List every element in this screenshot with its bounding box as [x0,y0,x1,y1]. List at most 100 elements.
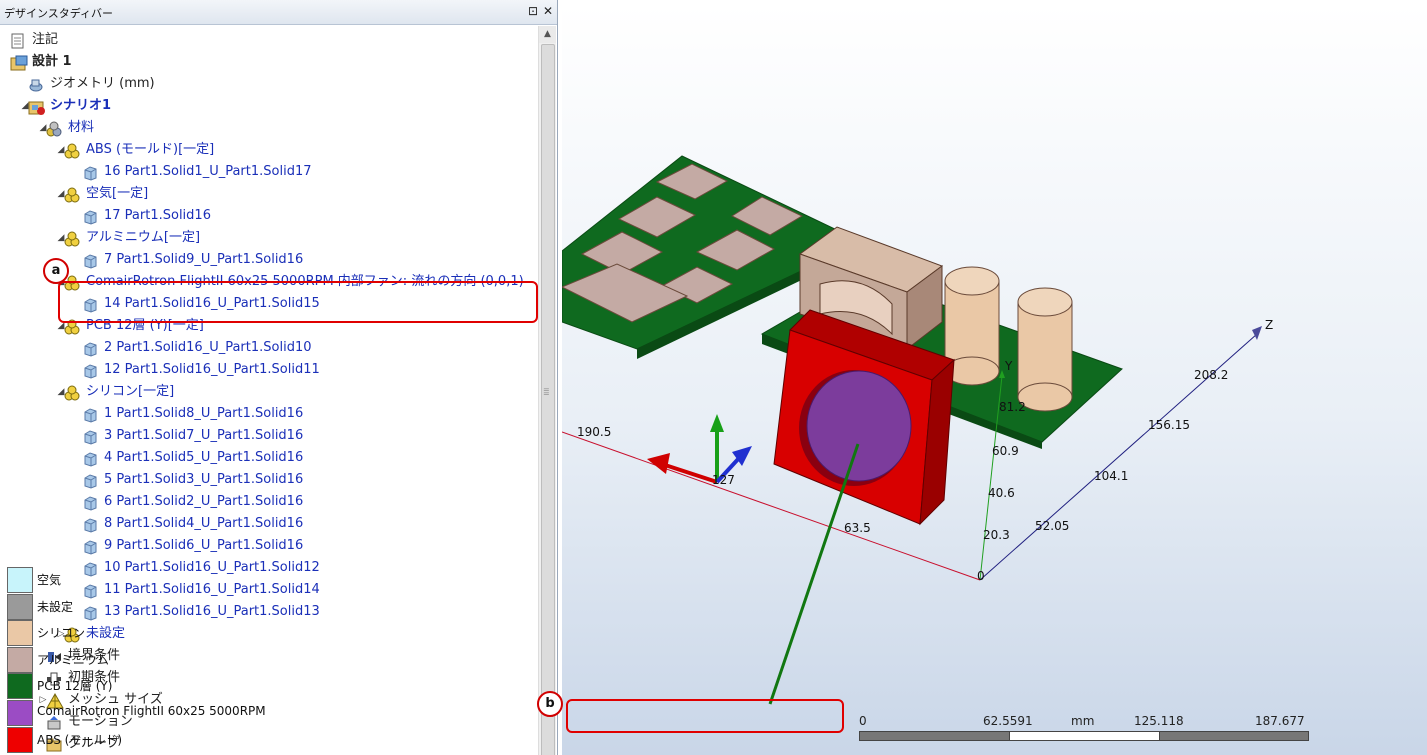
y-axis-label: Y [1004,359,1013,373]
tree-node-label: 12 Part1.Solid16_U_Part1.Solid11 [104,362,320,377]
callout-b: b [537,691,563,717]
tree-node[interactable]: 1 Part1.Solid8_U_Part1.Solid16 [0,403,538,425]
y-tick-label: 40.6 [988,486,1015,500]
tree-node-label: 4 Part1.Solid5_U_Part1.Solid16 [104,450,304,465]
tree-node-label: 6 Part1.Solid2_U_Part1.Solid16 [104,494,304,509]
legend-label: 未設定 [37,599,74,614]
legend-swatch [7,646,33,673]
z-tick-label: 208.2 [1194,368,1228,382]
notes-icon [10,33,26,49]
tree-node-label: 2 Part1.Solid16_U_Part1.Solid10 [104,340,312,355]
tree-node-label: 7 Part1.Solid9_U_Part1.Solid16 [104,252,304,267]
highlight-fan-tree [58,281,538,323]
fan-disc [806,370,912,482]
highlight-fan-legend [566,699,844,733]
tree-node[interactable]: 9 Part1.Solid6_U_Part1.Solid16 [0,535,538,557]
scale-seg-2 [1009,731,1161,741]
legend-item: アルミニウム [7,646,607,673]
triad-x [661,462,718,484]
scale-label-1: 62.5591 [983,714,1033,728]
scale-unit: mm [1071,714,1095,728]
tree-node[interactable]: 6 Part1.Solid2_U_Part1.Solid16 [0,491,538,513]
tree-node[interactable]: 5 Part1.Solid3_U_Part1.Solid16 [0,469,538,491]
legend-swatch [7,726,33,753]
tree-node-label: アルミニウム[一定] [86,230,201,245]
tree-node[interactable]: ◢ アルミニウム[一定] [0,227,538,249]
pin-icon[interactable]: ⊡ [526,4,540,18]
z-axis-arrow [1252,326,1262,340]
scroll-grip-icon: = = [543,385,550,398]
tree-node[interactable]: 4 Part1.Solid5_U_Part1.Solid16 [0,447,538,469]
tree-node[interactable]: 注記 [0,29,538,51]
legend-item: 未設定 [7,593,607,620]
scale-label-3: 187.677 [1255,714,1305,728]
tree-node[interactable]: 設計 1 [0,51,538,73]
tree-node[interactable]: ◢ 空気[一定] [0,183,538,205]
legend-label: PCB 12層 (Y) [37,679,113,694]
x-tick-label: 190.5 [577,425,611,439]
scenario-icon [28,99,45,115]
tree-node-label: 16 Part1.Solid1_U_Part1.Solid17 [104,164,312,179]
tree-node[interactable]: ジオメトリ (mm) [0,73,538,95]
tree-node[interactable]: 17 Part1.Solid16 [0,205,538,227]
z-axis-label: Z [1265,318,1273,332]
tree-node[interactable]: 16 Part1.Solid1_U_Part1.Solid17 [0,161,538,183]
capacitor-2-bottom [1017,382,1073,412]
tree-node[interactable]: 2 Part1.Solid16_U_Part1.Solid10 [0,337,538,359]
design-icon [10,55,28,71]
tree-node-label: 17 Part1.Solid16 [104,208,211,223]
y-tick-label: 60.9 [992,444,1019,458]
origin-label: 0 [977,569,985,583]
close-icon[interactable]: ✕ [541,4,555,18]
tree-node[interactable]: ◢ シリコン[一定] [0,381,538,403]
tree-node-label: 9 Part1.Solid6_U_Part1.Solid16 [104,538,304,553]
material-icon [64,187,80,203]
callout-a: a [43,258,69,284]
geometry-icon [28,77,44,93]
legend-label: シリコン [37,626,86,641]
solid-icon [82,363,98,379]
legend-swatch [7,593,33,620]
scroll-up-icon[interactable]: ▲ [539,26,556,43]
solid-icon [82,165,98,181]
scale-seg-1 [859,731,1011,741]
3d-viewport[interactable]: 190.5 127 63.5 0 Y 81.2 60.9 40.6 20.3 Z 208.2 156.… [562,4,1427,755]
x-tick-label: 63.5 [844,521,871,535]
capacitor-1-top [944,266,1000,296]
solid-icon [82,517,98,533]
tree-node[interactable]: 8 Part1.Solid4_U_Part1.Solid16 [0,513,538,535]
legend-item: 空気 [7,567,607,593]
tree-node[interactable]: 7 Part1.Solid9_U_Part1.Solid16 [0,249,538,271]
legend-swatch [7,567,33,593]
legend-swatch [7,700,33,726]
tree-node[interactable]: ◢ シナリオ1 [0,95,538,117]
tree-node[interactable]: 3 Part1.Solid7_U_Part1.Solid16 [0,425,538,447]
legend-label: ABS (モールド) [37,732,123,747]
tree-node-label: 設計 1 [32,54,72,69]
solid-icon [82,341,98,357]
tree-node-label: シナリオ1 [50,98,112,113]
legend-item: シリコン [7,620,607,647]
x-tick-label: 127 [712,473,735,487]
tree-node-label: ジオメトリ (mm) [50,76,155,91]
solid-icon [82,407,98,423]
legend-swatch [7,620,33,647]
solid-icon [82,539,98,555]
solid-icon [82,451,98,467]
panel-titlebar: デザインスタディバー ⊡ ✕ [0,0,557,25]
tree-node[interactable]: ◢ ABS (モールド)[一定] [0,139,538,161]
model-scene[interactable]: 190.5 127 63.5 0 Y 81.2 60.9 40.6 20.3 Z 208.2 156.… [562,4,1427,755]
tree-node[interactable]: 12 Part1.Solid16_U_Part1.Solid11 [0,359,538,381]
material-icon [64,143,80,159]
legend-label: 空気 [37,573,62,587]
z-tick-label: 104.1 [1094,469,1128,483]
legend-item: PCB 12層 (Y) [7,673,607,700]
tree-node[interactable]: ◢ 材料 [0,117,538,139]
solid-icon [82,495,98,511]
capacitor-2-top [1017,287,1073,317]
material-icon [64,385,80,401]
legend-label: アルミニウム [37,652,109,667]
leader-line [768,443,860,705]
z-tick-label: 52.05 [1035,519,1069,533]
tree-node-label: 8 Part1.Solid4_U_Part1.Solid16 [104,516,304,531]
